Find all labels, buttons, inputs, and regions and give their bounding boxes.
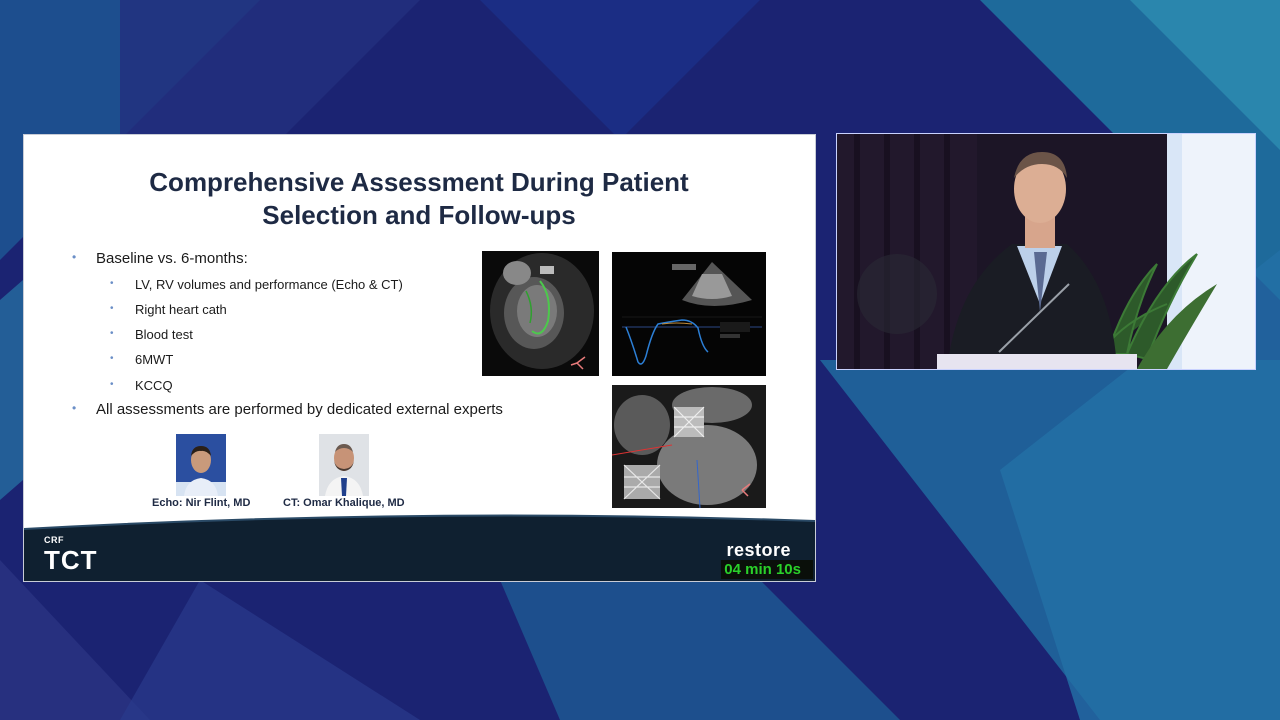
expert-photo-echo — [176, 434, 226, 496]
bullet-dot-icon: • — [72, 401, 77, 415]
bullet-item: • All assessments are performed by dedica… — [72, 401, 503, 418]
ct-heart-image — [482, 251, 599, 376]
ct-valve-image — [612, 385, 766, 508]
bullet-dot-icon: • — [72, 250, 77, 264]
presentation-slide: Comprehensive Assessment During Patient … — [23, 134, 816, 582]
restore-logo: restore — [726, 540, 791, 560]
slide-title: Comprehensive Assessment During Patient … — [84, 166, 754, 232]
expert-caption-ct: CT: Omar Khalique, MD — [283, 497, 405, 509]
bullet-item: • Baseline vs. 6-months: — [72, 250, 248, 267]
bullet-dot-icon: • — [110, 278, 114, 289]
slide-title-line2: Selection and Follow-ups — [262, 200, 576, 230]
bullet-dot-icon: • — [110, 353, 114, 364]
expert-caption-echo: Echo: Nir Flint, MD — [152, 497, 251, 509]
sub-bullet-item: • 6MWT — [110, 352, 174, 367]
echo-image — [612, 252, 766, 376]
sub-bullet-item: • Blood test — [110, 327, 193, 342]
slide-footer: CRF TCT restore 04 min 10s — [24, 511, 815, 581]
sub-bullet-item: • LV, RV volumes and performance (Echo & … — [110, 277, 403, 292]
expert-photo-ct — [319, 434, 369, 496]
tct-label: TCT — [44, 545, 98, 575]
countdown-timer: 04 min 10s — [721, 560, 813, 579]
slide-title-line1: Comprehensive Assessment During Patient — [149, 167, 689, 197]
tct-logo: CRF TCT — [44, 535, 98, 573]
sub-bullet-item: • KCCQ — [110, 378, 173, 393]
crf-label: CRF — [44, 535, 64, 545]
bullet-dot-icon: • — [110, 379, 114, 390]
speaker-video — [836, 133, 1256, 370]
bullet-dot-icon: • — [110, 328, 114, 339]
bullet-dot-icon: • — [110, 303, 114, 314]
sub-bullet-item: • Right heart cath — [110, 302, 227, 317]
